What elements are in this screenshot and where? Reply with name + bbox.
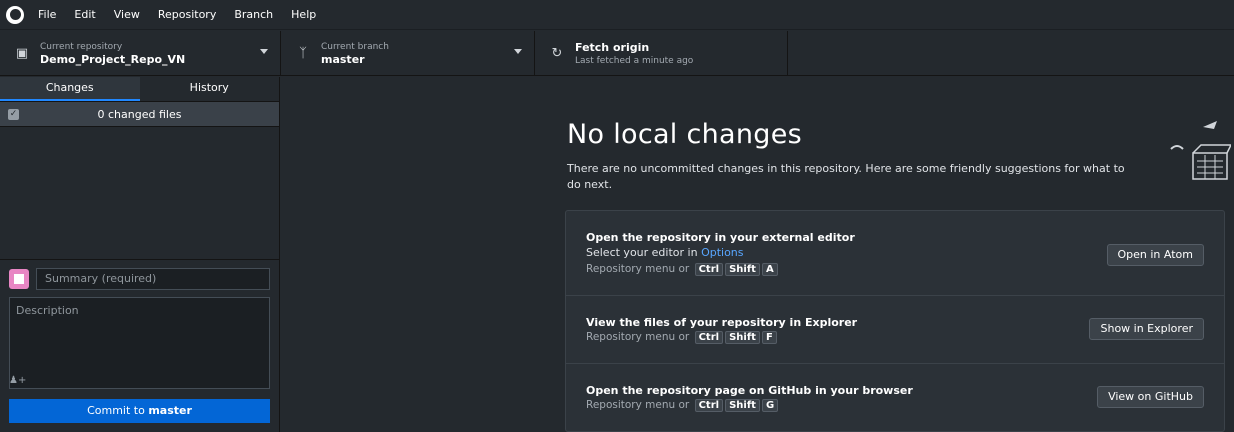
changed-files-header: ✓ 0 changed files xyxy=(0,102,279,127)
current-branch-name: master xyxy=(321,52,365,66)
menu-bar: File Edit View Repository Branch Help xyxy=(0,0,1234,30)
menu-view[interactable]: View xyxy=(114,8,140,21)
fetch-origin-button[interactable]: ↻ Fetch origin Last fetched a minute ago xyxy=(535,31,788,76)
key-a: A xyxy=(761,263,778,276)
menu-file[interactable]: File xyxy=(38,8,56,21)
menu-edit[interactable]: Edit xyxy=(74,8,95,21)
fetch-origin-label: Fetch origin xyxy=(575,40,650,54)
select-all-checkbox[interactable]: ✓ xyxy=(8,108,19,120)
main-panel: No local changes There are no uncommitte… xyxy=(281,77,1234,432)
key-ctrl: Ctrl xyxy=(694,331,724,344)
current-branch-dropdown[interactable]: ᛉ Current branch master xyxy=(281,31,535,76)
suggestion-show-explorer: View the files of your repository in Exp… xyxy=(566,296,1224,364)
suggestion-hint: Repository menu or Ctrl Shift F xyxy=(586,331,777,344)
repository-icon: ▣ xyxy=(15,46,29,61)
current-branch-label: Current branch xyxy=(321,41,389,52)
commit-button-prefix: Commit to xyxy=(87,404,145,417)
page-subtitle: There are no uncommitted changes in this… xyxy=(567,162,1125,191)
suggestion-open-editor: Open the repository in your external edi… xyxy=(566,211,1224,296)
suggestion-line-prefix: Select your editor in xyxy=(586,246,702,259)
chevron-down-icon xyxy=(260,49,268,54)
description-input[interactable]: Description xyxy=(9,297,270,389)
menu-branch[interactable]: Branch xyxy=(234,8,273,21)
summary-input[interactable]: Summary (required) xyxy=(36,268,270,290)
key-shift: Shift xyxy=(725,263,760,276)
key-shift: Shift xyxy=(725,399,760,412)
menu-repository[interactable]: Repository xyxy=(158,8,217,21)
current-repository-name: Demo_Project_Repo_VN xyxy=(40,52,186,66)
options-link[interactable]: Options xyxy=(701,246,743,259)
commit-button[interactable]: Commit to master xyxy=(9,399,270,423)
hint-text: Repository menu or xyxy=(586,263,690,275)
suggestion-line: Select your editor in Options xyxy=(586,246,744,259)
commit-form: Summary (required) Description ♟+ Commit… xyxy=(0,259,280,432)
toolbar: ▣ Current repository Demo_Project_Repo_V… xyxy=(0,31,1234,76)
key-g: G xyxy=(761,399,779,412)
sync-icon: ↻ xyxy=(551,46,563,61)
suggestion-title: Open the repository page on GitHub in yo… xyxy=(586,384,913,397)
key-f: F xyxy=(761,331,777,344)
sidebar-tabs: Changes History xyxy=(0,77,279,102)
empty-state-illustration-icon xyxy=(1170,121,1231,180)
tab-history[interactable]: History xyxy=(140,77,280,101)
suggestion-hint: Repository menu or Ctrl Shift A xyxy=(586,263,778,276)
suggestion-hint: Repository menu or Ctrl Shift G xyxy=(586,399,779,412)
suggestion-title: View the files of your repository in Exp… xyxy=(586,316,858,329)
chevron-down-icon xyxy=(514,49,522,54)
view-on-github-button[interactable]: View on GitHub xyxy=(1097,386,1204,408)
menu-help[interactable]: Help xyxy=(291,8,316,21)
suggestion-title: Open the repository in your external edi… xyxy=(586,231,855,244)
branch-icon: ᛉ xyxy=(299,46,307,61)
add-coauthor-icon[interactable]: ♟+ xyxy=(9,375,26,386)
key-shift: Shift xyxy=(725,331,760,344)
key-ctrl: Ctrl xyxy=(694,399,724,412)
key-ctrl: Ctrl xyxy=(694,263,724,276)
avatar xyxy=(9,269,29,289)
last-fetched-text: Last fetched a minute ago xyxy=(575,55,694,66)
github-logo-icon xyxy=(6,5,24,24)
current-repository-label: Current repository xyxy=(40,41,123,52)
suggestions-list: Open the repository in your external edi… xyxy=(565,210,1225,432)
current-repository-dropdown[interactable]: ▣ Current repository Demo_Project_Repo_V… xyxy=(0,31,281,76)
tab-changes[interactable]: Changes xyxy=(0,77,140,101)
hint-text: Repository menu or xyxy=(586,331,690,343)
hint-text: Repository menu or xyxy=(586,399,690,411)
changed-files-count: 0 changed files xyxy=(97,107,182,121)
commit-button-branch: master xyxy=(148,404,192,417)
open-in-atom-button[interactable]: Open in Atom xyxy=(1106,244,1204,266)
show-in-explorer-button[interactable]: Show in Explorer xyxy=(1089,318,1204,340)
page-title: No local changes xyxy=(567,119,803,150)
suggestion-view-github: Open the repository page on GitHub in yo… xyxy=(566,364,1224,431)
